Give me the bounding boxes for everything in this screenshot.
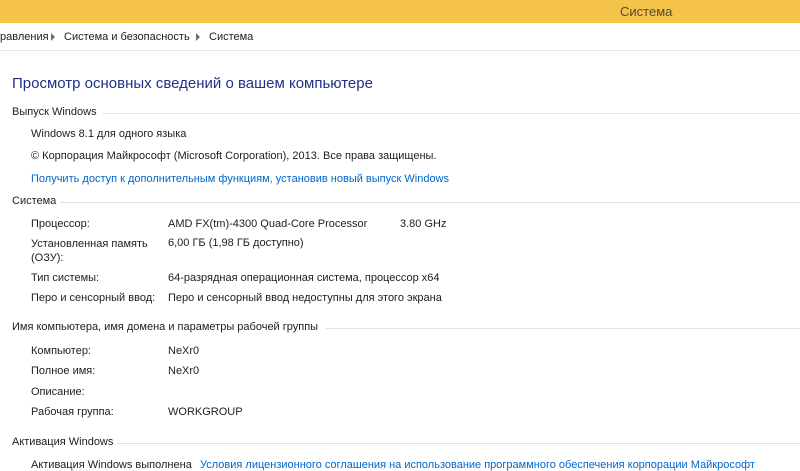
section-heading-activation: Активация Windows	[12, 436, 114, 448]
breadcrumb-item-control-panel[interactable]: равления	[0, 31, 49, 43]
chevron-right-icon[interactable]	[196, 33, 200, 41]
workgroup-value: WORKGROUP	[168, 406, 243, 418]
breadcrumb[interactable]: равления Система и безопасность Система	[0, 23, 800, 51]
computer-label: Компьютер:	[31, 345, 91, 357]
section-divider	[60, 202, 800, 203]
computer-value: NeXr0	[168, 345, 200, 357]
section-heading-windows-edition: Выпуск Windows	[12, 106, 97, 118]
processor-speed: 3.80 GHz	[400, 218, 447, 230]
section-divider	[326, 328, 800, 329]
copyright-text: © Корпорация Майкрософт (Microsoft Corpo…	[31, 150, 437, 162]
breadcrumb-item-system-security[interactable]: Система и безопасность	[64, 31, 190, 43]
section-divider	[117, 443, 800, 444]
upgrade-edition-link[interactable]: Получить доступ к дополнительным функция…	[31, 173, 449, 185]
memory-value: 6,00 ГБ (1,98 ГБ доступно)	[168, 237, 304, 249]
processor-label: Процессор:	[31, 218, 90, 230]
section-divider	[103, 113, 800, 114]
description-label: Описание:	[31, 386, 85, 398]
system-type-value: 64-разрядная операционная система, проце…	[168, 272, 440, 284]
page-title: Просмотр основных сведений о вашем компь…	[12, 75, 373, 92]
processor-value: AMD FX(tm)-4300 Quad-Core Processor	[168, 218, 368, 230]
section-heading-computer-name: Имя компьютера, имя домена и параметры р…	[12, 321, 319, 333]
pen-touch-label: Перо и сенсорный ввод:	[31, 292, 156, 304]
pen-touch-value: Перо и сенсорный ввод недоступны для это…	[168, 292, 442, 304]
breadcrumb-item-system[interactable]: Система	[209, 31, 253, 43]
workgroup-label: Рабочая группа:	[31, 406, 114, 418]
window-title: Система	[620, 4, 673, 19]
section-heading-system: Система	[12, 195, 57, 207]
chevron-right-icon[interactable]	[51, 33, 55, 41]
full-name-label: Полное имя:	[31, 365, 96, 377]
license-terms-link[interactable]: Условия лицензионного соглашения на испо…	[200, 459, 755, 471]
activation-status: Активация Windows выполнена	[31, 459, 192, 471]
memory-label: Установленная память (ОЗУ):	[31, 238, 148, 264]
full-name-value: NeXr0	[168, 365, 200, 377]
windows-edition-value: Windows 8.1 для одного языка	[31, 128, 187, 140]
window-titlebar[interactable]: Система	[0, 0, 800, 23]
system-type-label: Тип системы:	[31, 272, 100, 284]
